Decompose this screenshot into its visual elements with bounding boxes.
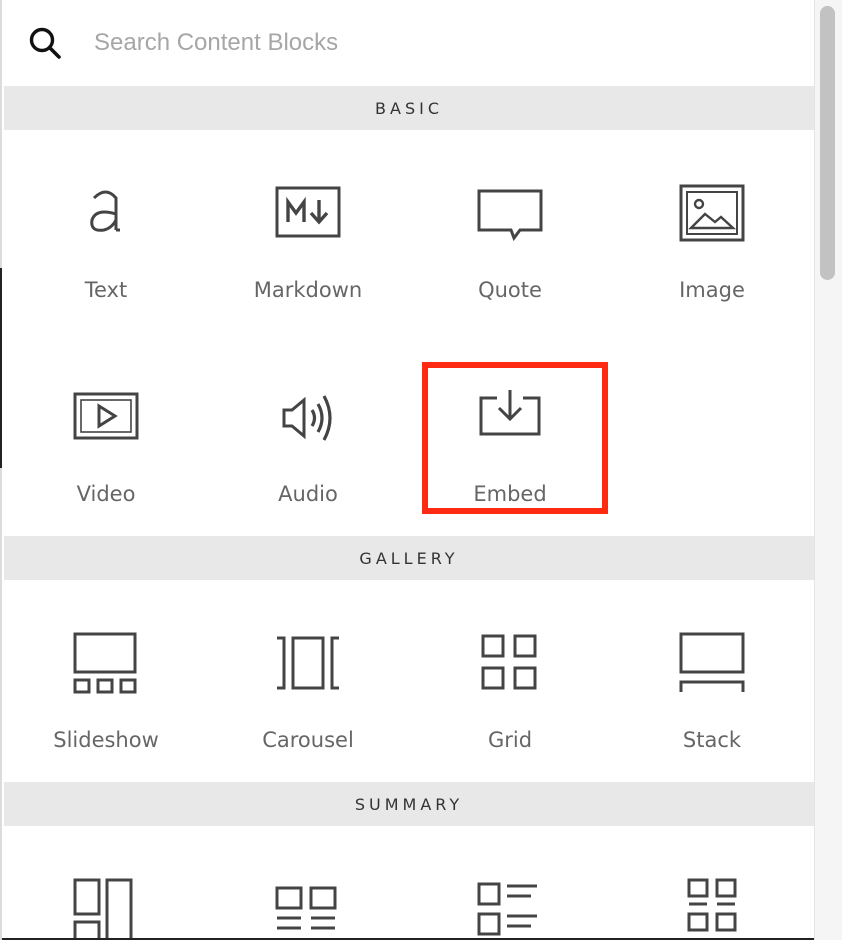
block-grid[interactable]: Grid — [410, 634, 610, 784]
section-header-summary: SUMMARY — [4, 782, 814, 826]
embed-download-icon — [479, 390, 541, 436]
block-image[interactable]: Image — [612, 184, 812, 334]
slideshow-icon — [73, 632, 137, 694]
window-edge — [0, 268, 2, 468]
block-label: Quote — [478, 278, 542, 302]
search-icon[interactable] — [28, 26, 62, 60]
summary-list-icon — [477, 882, 537, 936]
block-slideshow[interactable]: Slideshow — [6, 632, 206, 784]
block-carousel[interactable]: Carousel — [208, 636, 408, 784]
image-icon — [679, 184, 745, 242]
search-input[interactable] — [94, 22, 694, 64]
search-bar — [4, 0, 814, 86]
block-markdown[interactable]: Markdown — [208, 186, 408, 334]
block-summary-grid[interactable] — [612, 878, 812, 940]
block-audio[interactable]: Audio — [208, 395, 408, 538]
block-label: Grid — [487, 728, 533, 752]
markdown-icon — [275, 186, 341, 238]
block-summary-carousel[interactable] — [208, 878, 408, 940]
section-header-gallery: GALLERY — [4, 536, 814, 580]
grid-icon — [481, 634, 537, 690]
block-stack[interactable]: Stack — [612, 632, 812, 784]
summary-carousel-icon — [275, 886, 337, 930]
content-blocks-panel: BASIC Text Markdown Quote Ima — [0, 0, 814, 940]
block-label: Audio — [278, 482, 338, 506]
text-letter-a-icon — [90, 190, 120, 232]
block-text[interactable]: Text — [6, 190, 206, 334]
block-label: Carousel — [262, 728, 354, 752]
scrollbar-thumb[interactable] — [820, 6, 835, 280]
carousel-icon — [277, 636, 339, 690]
block-label: Image — [679, 278, 745, 302]
speech-bubble-icon — [477, 189, 543, 242]
section-title-basic: BASIC — [375, 98, 443, 118]
summary-grid-icon — [687, 878, 737, 932]
block-label: Slideshow — [53, 728, 159, 752]
stack-icon — [679, 632, 745, 692]
block-label: Video — [76, 482, 136, 506]
block-summary-wall[interactable] — [6, 878, 206, 940]
section-title-summary: SUMMARY — [354, 794, 464, 814]
vertical-scrollbar[interactable] — [814, 0, 842, 940]
block-embed[interactable]: Embed — [410, 390, 610, 538]
block-label: Stack — [682, 728, 742, 752]
block-quote[interactable]: Quote — [410, 189, 610, 334]
block-video[interactable]: Video — [6, 392, 206, 538]
speaker-icon — [282, 395, 332, 441]
block-label: Markdown — [253, 278, 363, 302]
section-title-gallery: GALLERY — [359, 548, 459, 568]
block-label: Text — [84, 278, 128, 302]
block-label: Embed — [473, 482, 547, 506]
video-play-icon — [73, 392, 139, 440]
block-summary-list[interactable] — [410, 878, 610, 940]
section-header-basic: BASIC — [4, 86, 814, 130]
summary-wall-icon — [73, 878, 133, 940]
